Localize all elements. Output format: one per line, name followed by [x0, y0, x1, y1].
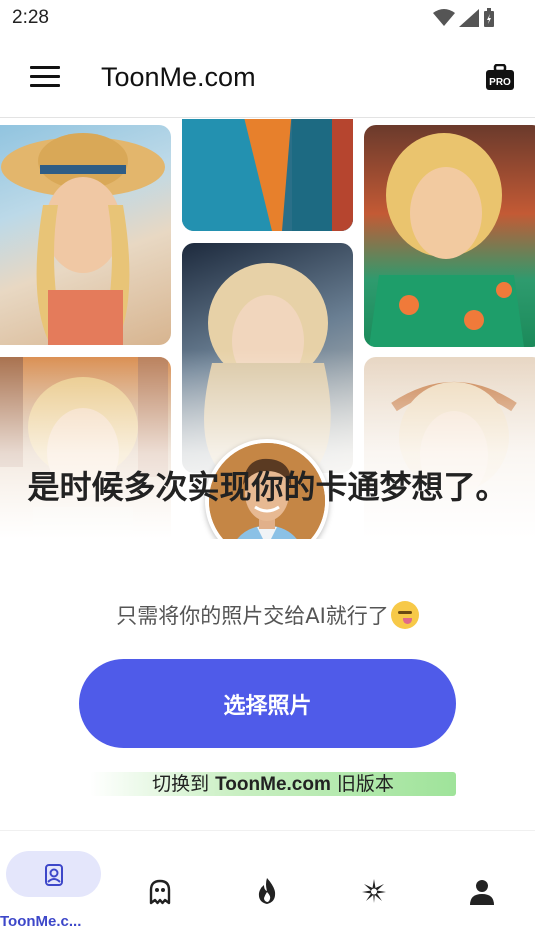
status-bar: 2:28	[0, 0, 535, 36]
nav-label-toonme: ToonMe.c...	[0, 913, 82, 930]
sparkle-icon[interactable]	[362, 879, 386, 903]
portrait-illustration	[182, 119, 353, 231]
wifi-icon	[433, 9, 455, 26]
portrait-icon	[45, 864, 63, 886]
bottom-nav: ToonMe.c...	[0, 830, 535, 951]
ghost-icon[interactable]	[148, 879, 172, 905]
nav-item-toonme[interactable]	[6, 851, 101, 897]
subtitle-text: 只需将你的照片交给AI就行了	[116, 604, 389, 628]
collage-tile	[364, 125, 535, 347]
pro-label: PRO	[489, 77, 511, 88]
portrait-illustration	[369, 133, 524, 347]
collage-tile	[0, 125, 171, 345]
app-title: ToonMe.com	[101, 62, 256, 92]
fire-icon[interactable]	[256, 877, 278, 905]
portrait-illustration	[1, 133, 165, 345]
pro-bag-icon[interactable]: PRO	[486, 64, 514, 92]
menu-icon	[30, 66, 60, 69]
menu-button[interactable]	[30, 66, 60, 88]
page-title: 是时候多次实现你的卡通梦想了。	[27, 468, 508, 506]
battery-icon	[484, 8, 494, 27]
collage-tile	[182, 119, 353, 231]
status-icons	[433, 8, 495, 28]
app-bar: ToonMe.com PRO	[0, 36, 535, 118]
subtitle: 只需将你的照片交给AI就行了	[0, 600, 535, 630]
signal-icon	[459, 9, 479, 27]
profile-icon[interactable]	[469, 879, 495, 905]
switch-brand: ToonMe.com	[215, 774, 331, 795]
switch-old-version-link[interactable]: 切换到 ToonMe.com 旧版本	[90, 772, 456, 796]
switch-suffix: 旧版本	[330, 773, 394, 795]
thinking-emoji-icon	[390, 601, 419, 629]
switch-prefix: 切换到	[152, 773, 216, 795]
status-time: 2:28	[12, 7, 49, 28]
choose-photo-button[interactable]: 选择照片	[79, 659, 456, 748]
